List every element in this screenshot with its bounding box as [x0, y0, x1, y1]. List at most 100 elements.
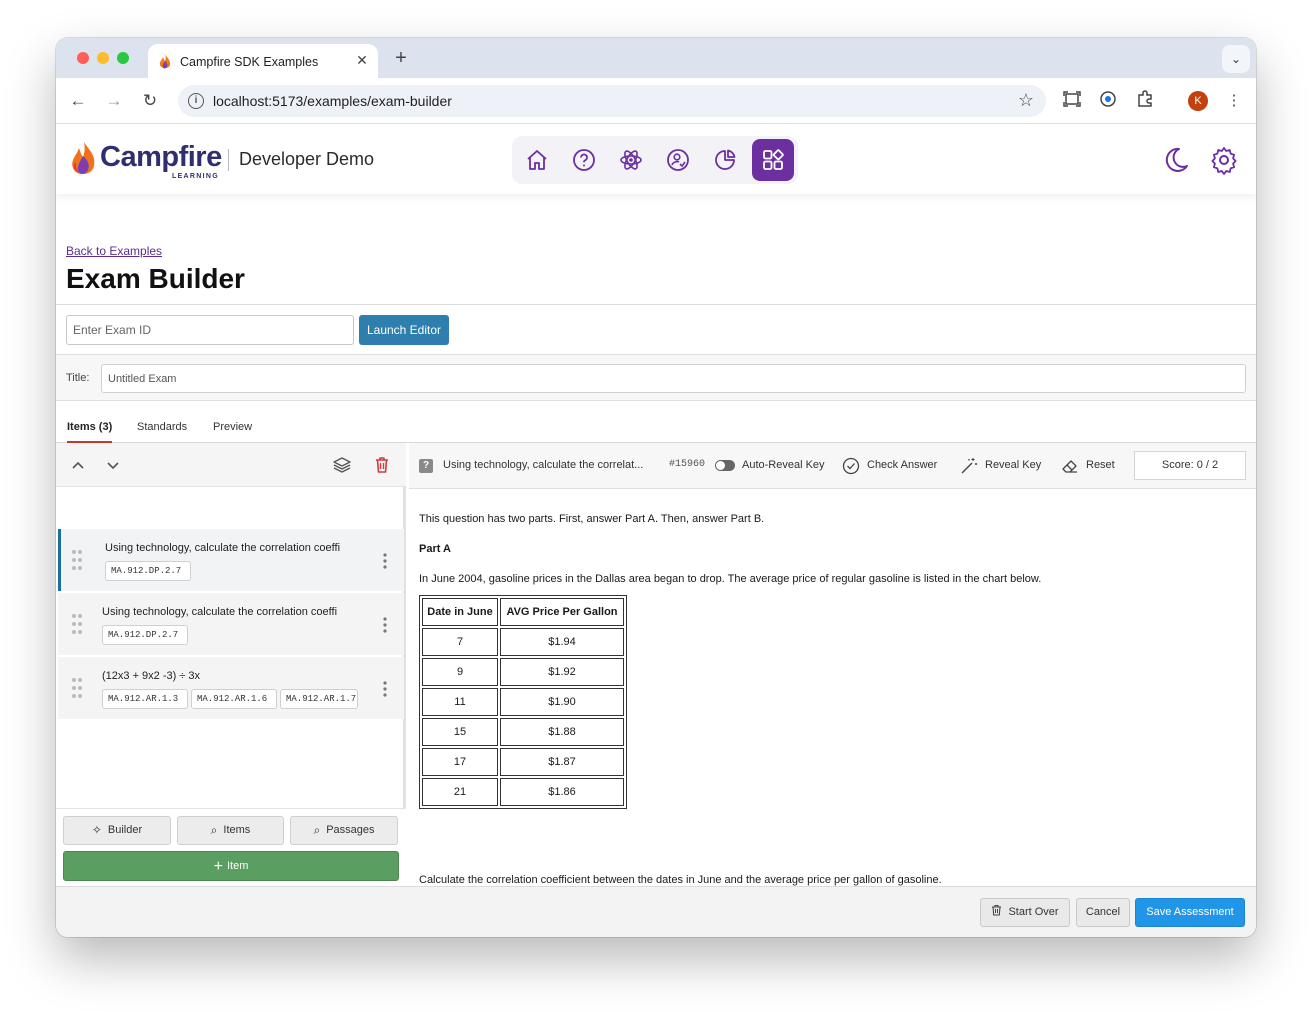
profile-avatar[interactable]: K	[1188, 91, 1208, 111]
gas-price-table: Date in June AVG Price Per Gallon 7 $1.9…	[419, 595, 627, 809]
title-label: Title:	[66, 372, 90, 384]
browser-window: Campfire SDK Examples ✕ + ⌄ ← → ↻ i loca…	[56, 38, 1256, 937]
standard-tag: MA.912.AR.1.3	[102, 689, 188, 709]
tab-items[interactable]: Items (3)	[67, 421, 113, 443]
back-to-examples-link[interactable]: Back to Examples	[66, 244, 162, 258]
browser-tab[interactable]: Campfire SDK Examples ✕	[148, 44, 378, 78]
launch-editor-button[interactable]: Launch Editor	[359, 315, 449, 345]
help-icon[interactable]	[563, 139, 605, 181]
exam-id-input[interactable]	[66, 315, 354, 345]
item-list-footer: ✧ Builder ⌕ Items ⌕ Passages + Item	[56, 808, 406, 886]
layers-icon[interactable]	[332, 455, 352, 475]
item-list-panel: Using technology, calculate the correlat…	[56, 443, 406, 886]
table-cell: 15	[422, 718, 498, 746]
close-window-button[interactable]	[77, 52, 89, 64]
address-bar[interactable]: i localhost:5173/examples/exam-builder ☆	[178, 85, 1046, 117]
main-nav	[512, 136, 798, 184]
drag-handle-icon[interactable]	[71, 613, 83, 635]
table-cell: 17	[422, 748, 498, 776]
part-a-heading: Part A	[419, 543, 451, 555]
start-over-label: Start Over	[1008, 906, 1059, 918]
bookmark-star-icon[interactable]: ☆	[1018, 90, 1034, 111]
table-row: 21 $1.86	[422, 778, 624, 806]
tab-search-button[interactable]: ⌄	[1222, 45, 1250, 73]
pie-chart-icon[interactable]	[704, 139, 746, 181]
site-info-icon[interactable]: i	[188, 93, 204, 109]
logo-divider	[228, 149, 229, 171]
new-tab-button[interactable]: +	[390, 47, 412, 69]
item-card-3[interactable]: (12x3 + 9x2 -3) ÷ 3x MA.912.AR.1.3 MA.91…	[58, 657, 404, 719]
tab-title: Campfire SDK Examples	[180, 55, 319, 69]
items-search-button[interactable]: ⌕ Items	[177, 816, 284, 845]
table-header: AVG Price Per Gallon	[500, 598, 624, 626]
back-arrow-icon[interactable]: ←	[66, 89, 90, 113]
page-footer: Start Over Cancel Save Assessment	[56, 886, 1256, 937]
atom-icon[interactable]	[610, 139, 652, 181]
sparkle-icon: ✧	[91, 823, 102, 837]
tab-close-icon[interactable]: ✕	[354, 52, 370, 68]
question-context: In June 2004, gasoline prices in the Dal…	[419, 573, 1042, 585]
campfire-favicon-icon	[159, 54, 171, 69]
question-title: Using technology, calculate the correlat…	[443, 459, 644, 471]
apps-grid-icon[interactable]	[752, 139, 794, 181]
trash-icon[interactable]	[372, 455, 392, 475]
item-list-toolbar	[56, 443, 406, 487]
question-type-icon: ?	[419, 459, 433, 473]
search-icon: ⌕	[210, 823, 218, 837]
password-manager-icon[interactable]	[1097, 90, 1119, 112]
chevron-down-icon[interactable]	[103, 455, 123, 475]
campfire-logo-subtext: LEARNING	[172, 173, 219, 180]
home-icon[interactable]	[516, 139, 558, 181]
app-header: Campfire LEARNING Developer Demo	[56, 124, 1256, 194]
builder-button[interactable]: ✧ Builder	[63, 816, 171, 845]
eraser-icon[interactable]	[1061, 457, 1079, 475]
passages-search-button[interactable]: ⌕ Passages	[290, 816, 398, 845]
score-display: Score: 0 / 2	[1134, 451, 1246, 480]
standard-tag: MA.912.AR.1.7	[280, 689, 358, 709]
browser-tab-strip: Campfire SDK Examples ✕ + ⌄	[56, 38, 1256, 78]
tab-preview[interactable]: Preview	[213, 421, 252, 443]
drag-handle-icon[interactable]	[71, 677, 83, 699]
forward-arrow-icon[interactable]: →	[102, 89, 126, 113]
table-cell: $1.87	[500, 748, 624, 776]
standard-tag: MA.912.DP.2.7	[105, 561, 191, 581]
auto-reveal-toggle[interactable]	[715, 460, 735, 471]
exam-title-input[interactable]	[101, 364, 1246, 393]
chevron-up-icon[interactable]	[68, 455, 88, 475]
screen-capture-icon[interactable]	[1061, 90, 1083, 112]
add-item-button[interactable]: + Item	[63, 851, 399, 881]
standard-tag: MA.912.DP.2.7	[102, 625, 188, 645]
save-assessment-button[interactable]: Save Assessment	[1135, 898, 1245, 927]
maximize-window-button[interactable]	[117, 52, 129, 64]
dark-mode-moon-icon[interactable]	[1160, 145, 1190, 175]
more-options-icon[interactable]	[383, 553, 387, 569]
more-options-icon[interactable]	[383, 681, 387, 697]
table-cell: 11	[422, 688, 498, 716]
tab-standards[interactable]: Standards	[137, 421, 187, 443]
reload-icon[interactable]: ↻	[138, 89, 162, 113]
user-check-icon[interactable]	[657, 139, 699, 181]
settings-gear-icon[interactable]	[1209, 145, 1239, 175]
title-row: Title:	[56, 354, 1256, 401]
search-icon: ⌕	[313, 823, 321, 837]
item-card-1[interactable]: Using technology, calculate the correlat…	[58, 529, 404, 591]
check-circle-icon[interactable]	[842, 457, 860, 475]
campfire-flame-icon	[72, 142, 95, 175]
browser-menu-icon[interactable]: ⋮	[1223, 90, 1245, 112]
magic-wand-icon[interactable]	[960, 457, 978, 475]
check-answer-button[interactable]: Check Answer	[867, 459, 937, 471]
item-card-2[interactable]: Using technology, calculate the correlat…	[58, 593, 404, 655]
campfire-logo-text: Campfire	[100, 141, 222, 173]
minimize-window-button[interactable]	[97, 52, 109, 64]
drag-handle-icon[interactable]	[71, 549, 83, 571]
more-options-icon[interactable]	[383, 617, 387, 633]
extensions-puzzle-icon[interactable]	[1134, 90, 1156, 112]
reset-button[interactable]: Reset	[1086, 459, 1115, 471]
auto-reveal-label: Auto-Reveal Key	[742, 459, 825, 471]
start-over-button[interactable]: Start Over	[980, 898, 1070, 927]
reveal-key-button[interactable]: Reveal Key	[985, 459, 1041, 471]
page-title: Exam Builder	[66, 263, 245, 294]
cancel-button[interactable]: Cancel	[1076, 898, 1130, 927]
table-cell: $1.86	[500, 778, 624, 806]
url-text[interactable]: localhost:5173/examples/exam-builder	[213, 93, 452, 109]
